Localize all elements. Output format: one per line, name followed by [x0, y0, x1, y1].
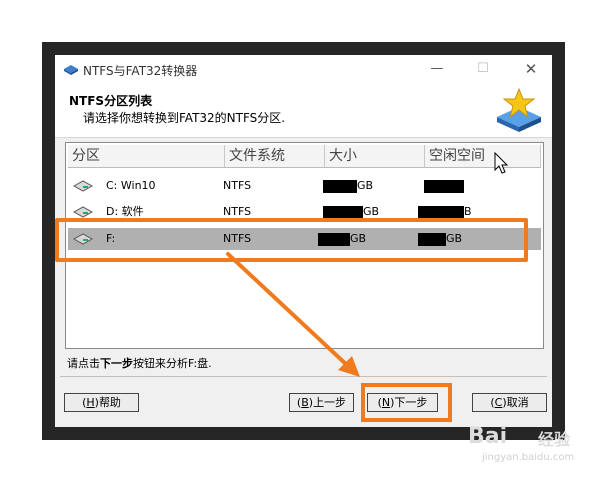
wizard-header: NTFS分区列表 请选择你想转换到FAT32的NTFS分区.	[55, 83, 552, 138]
column-free-space[interactable]: 空闲空间	[425, 145, 541, 167]
cancel-button[interactable]: (C)取消	[472, 393, 547, 412]
partition-row[interactable]: C: Win10 NTFS GB	[68, 175, 541, 197]
drive-icon	[73, 206, 93, 218]
redaction-mask	[418, 205, 464, 219]
title-bar: NTFS与FAT32转换器 — ☐ ✕	[55, 55, 552, 83]
status-message: 请点击下一步按钮来分析F:盘.	[67, 357, 212, 370]
partition-filesystem: NTFS	[223, 179, 252, 192]
column-partition[interactable]: 分区	[68, 145, 225, 167]
divider	[60, 376, 547, 377]
redaction-mask	[424, 179, 464, 193]
column-filesystem[interactable]: 文件系统	[225, 145, 325, 167]
highlight-box-selected-row	[55, 218, 528, 262]
watermark-logo: Bai	[468, 424, 508, 449]
watermark-url: jingyan.baidu.com	[482, 452, 575, 463]
close-button[interactable]: ✕	[521, 60, 541, 78]
window-title: NTFS与FAT32转换器	[83, 64, 198, 78]
app-icon	[64, 65, 78, 75]
drive-icon	[73, 180, 93, 192]
column-size[interactable]: 大小	[325, 145, 425, 167]
help-button[interactable]: (H)帮助	[64, 393, 139, 412]
watermark-cn: 经验	[538, 430, 571, 449]
page-subtitle: 请选择你想转换到FAT32的NTFS分区.	[83, 111, 286, 125]
baidu-watermark: Bai 经验 jingyan.baidu.com	[468, 420, 598, 470]
star-drive-icon	[497, 87, 541, 132]
highlight-box-next-button	[361, 383, 452, 422]
partition-name: C: Win10	[106, 179, 156, 192]
partition-free	[424, 175, 464, 197]
redaction-mask	[323, 179, 357, 193]
minimize-button[interactable]: —	[427, 60, 447, 78]
partition-size: GB	[323, 175, 373, 197]
redaction-mask	[323, 205, 363, 219]
page-title: NTFS分区列表	[69, 94, 153, 108]
list-header: 分区 文件系统 大小 空闲空间	[68, 145, 541, 168]
previous-button[interactable]: (B)上一步	[289, 393, 354, 412]
maximize-button[interactable]: ☐	[473, 60, 493, 78]
